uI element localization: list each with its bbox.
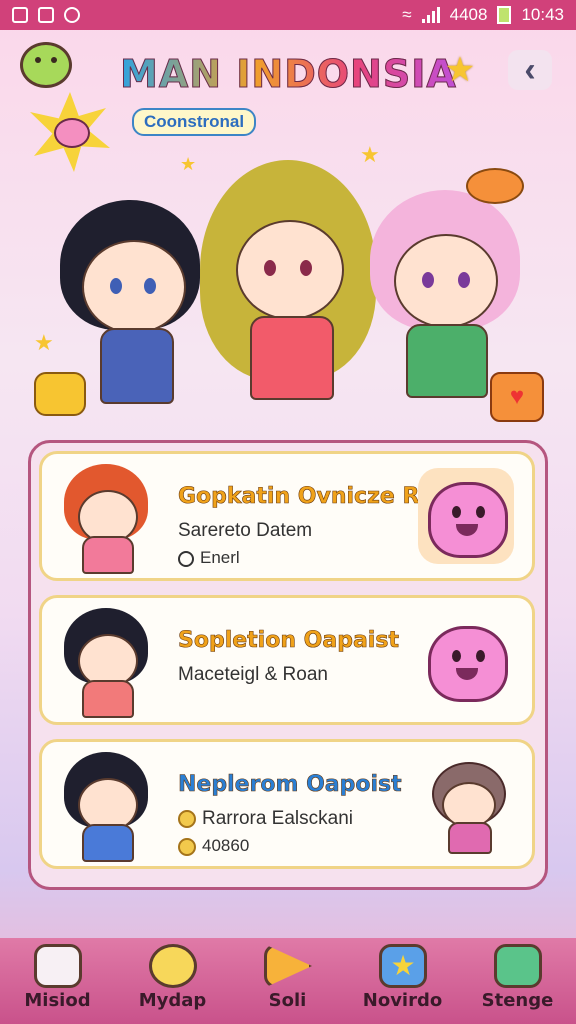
nav-item-misiod[interactable]: Misiod	[0, 938, 115, 1024]
cat-face-icon	[54, 118, 90, 148]
bear-icon	[149, 944, 197, 988]
nav-label: Mydap	[138, 990, 207, 1011]
nav-label: Novirdo	[362, 990, 443, 1011]
game-subtitle: Coonstronal	[132, 108, 257, 136]
card-detail: 40860	[178, 836, 249, 856]
status-bar: ≈ 4408 10:43	[0, 0, 576, 30]
nav-label: Misiod	[24, 990, 91, 1011]
card-subtitle: Maceteigl & Roan	[178, 664, 328, 685]
gift-icon	[494, 944, 542, 988]
signal-icon	[421, 7, 440, 23]
list-item[interactable]: Sopletion Oapaist Maceteigl & Roan	[39, 595, 535, 725]
quest-list-panel: Gopkatin Ovnicze Reiam Sarereto Datem En…	[28, 440, 548, 890]
character-portrait	[58, 464, 154, 574]
character-portrait	[58, 752, 154, 862]
sparkle-icon: ★	[34, 330, 54, 355]
wifi-icon: ≈	[402, 5, 412, 24]
card-title: Sopletion Oapaist	[178, 628, 400, 654]
pink-monster-icon	[418, 612, 518, 712]
mascot-icon[interactable]	[20, 42, 72, 88]
nav-item-mydap[interactable]: Mydap	[115, 938, 230, 1024]
character-blonde-hair	[200, 160, 380, 420]
nav-item-soli[interactable]: Soli	[230, 938, 345, 1024]
heart-icon[interactable]: ♥	[490, 372, 544, 422]
coin-icon	[178, 809, 196, 828]
sparkle-icon: ★	[360, 142, 380, 167]
star-box-icon: ★	[379, 944, 427, 988]
coin-icon	[178, 837, 196, 856]
star-icon[interactable]: ★	[440, 52, 480, 88]
list-item[interactable]: Gopkatin Ovnicze Reiam Sarereto Datem En…	[39, 451, 535, 581]
nav-item-novirdo[interactable]: ★ Novirdo	[345, 938, 460, 1024]
header: MAN INDONSIA ★ ‹ Coonstronal	[0, 30, 576, 136]
gallery-icon	[12, 7, 28, 23]
location-icon	[64, 7, 80, 23]
sparkle-icon: ★	[180, 154, 197, 174]
nav-label: Stenge	[481, 990, 554, 1011]
bottom-nav: Misiod Mydap Soli ★ Novirdo Stenge	[0, 938, 576, 1024]
clock: 10:43	[521, 5, 564, 24]
nav-item-stenge[interactable]: Stenge	[460, 938, 575, 1024]
battery-icon	[497, 6, 512, 24]
clock-icon	[178, 550, 194, 567]
grid-icon	[38, 7, 54, 23]
card-subtitle: Rarrora Ealsckani	[178, 808, 353, 830]
card-detail: Enerl	[178, 548, 240, 568]
bow-icon	[466, 168, 524, 204]
list-item[interactable]: Neplerom Oapoist Rarrora Ealsckani 40860	[39, 739, 535, 869]
pink-monster-icon	[418, 468, 518, 568]
card-subtitle: Sarereto Datem	[178, 520, 313, 541]
nav-label: Soli	[268, 990, 307, 1011]
toy-icon	[34, 372, 86, 416]
game-title: MAN INDONSIA	[120, 52, 457, 97]
cat-girl-icon	[418, 756, 518, 856]
card-title: Neplerom Oapoist	[178, 772, 402, 798]
hero-illustration: ★ ★ ★ ♥	[0, 142, 576, 430]
character-portrait	[58, 608, 154, 718]
robot-icon	[34, 944, 82, 988]
play-icon	[264, 944, 312, 988]
carrier-text: 4408	[449, 5, 488, 24]
back-button[interactable]: ‹	[508, 50, 552, 90]
